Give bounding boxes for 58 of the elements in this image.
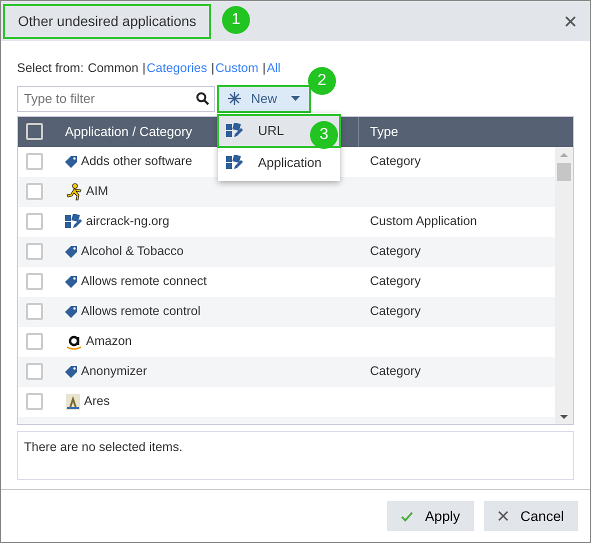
row-name: Adds other software <box>81 153 192 170</box>
row-checkbox[interactable] <box>26 243 43 260</box>
select-all-checkbox[interactable] <box>26 123 43 140</box>
row-checkbox[interactable] <box>26 213 43 230</box>
row-type: Custom Application <box>369 213 478 230</box>
close-icon[interactable] <box>565 16 576 26</box>
menu-item[interactable]: Application <box>218 147 340 179</box>
tag-icon <box>65 305 78 318</box>
tag-icon <box>65 275 78 288</box>
caret-icon <box>291 96 300 102</box>
dialog-title: Other undesired applications <box>4 4 210 38</box>
separator-text: | <box>262 60 266 77</box>
row-checkbox[interactable] <box>26 393 43 410</box>
filter-option[interactable]: Common <box>88 59 138 78</box>
row-name: Amazon <box>86 333 132 350</box>
filter-link[interactable]: All <box>266 59 281 78</box>
filter-field[interactable]: Type to filter <box>17 86 215 112</box>
app-grid-icon <box>226 155 244 171</box>
row-name: aircrack-ng.org <box>86 213 170 230</box>
callout-badge: 2 <box>308 67 336 95</box>
separator-text: | <box>211 60 214 77</box>
filter-link[interactable]: Categories <box>146 59 208 78</box>
app-grid-icon <box>226 123 244 139</box>
tag-icon <box>65 365 78 378</box>
row-checkbox[interactable] <box>26 273 43 290</box>
cancel-button[interactable]: Cancel <box>484 501 578 531</box>
new-button[interactable]: New <box>218 86 310 112</box>
apply-button[interactable]: Apply <box>387 501 474 531</box>
row-checkbox[interactable] <box>26 183 43 200</box>
row-name: Allows remote connect <box>81 273 207 290</box>
row-type: Category <box>369 303 421 320</box>
row-name: AIM <box>86 183 108 200</box>
select-from-label: Select from: <box>17 60 84 77</box>
scrollbar[interactable] <box>555 146 573 424</box>
selected-items-text: There are no selected items. <box>17 430 574 480</box>
tag-icon <box>65 155 78 168</box>
row-type: Category <box>369 243 421 260</box>
row-type: Category <box>369 363 421 380</box>
column-header: Application / Category <box>65 123 192 141</box>
row-type: Category <box>369 153 421 170</box>
separator-text: | <box>142 60 146 77</box>
x-icon <box>498 510 508 522</box>
row-name: Anonymizer <box>81 363 147 380</box>
row-checkbox[interactable] <box>26 333 43 350</box>
row-name: Allows remote control <box>81 303 200 320</box>
filter-link[interactable]: Custom <box>215 59 258 78</box>
row-checkbox[interactable] <box>26 153 43 170</box>
row-name: Ares <box>84 393 110 410</box>
tag-icon <box>65 245 78 258</box>
row-checkbox[interactable] <box>26 303 43 320</box>
sparkle-icon <box>228 92 241 106</box>
check-icon <box>401 510 413 522</box>
row-checkbox[interactable] <box>26 363 43 380</box>
column-header: Type <box>369 123 398 141</box>
app-grid-icon <box>65 214 83 230</box>
running-figure-icon <box>65 182 83 201</box>
row-type: Category <box>369 273 421 290</box>
row-name: Alcohol & Tobacco <box>81 243 184 260</box>
